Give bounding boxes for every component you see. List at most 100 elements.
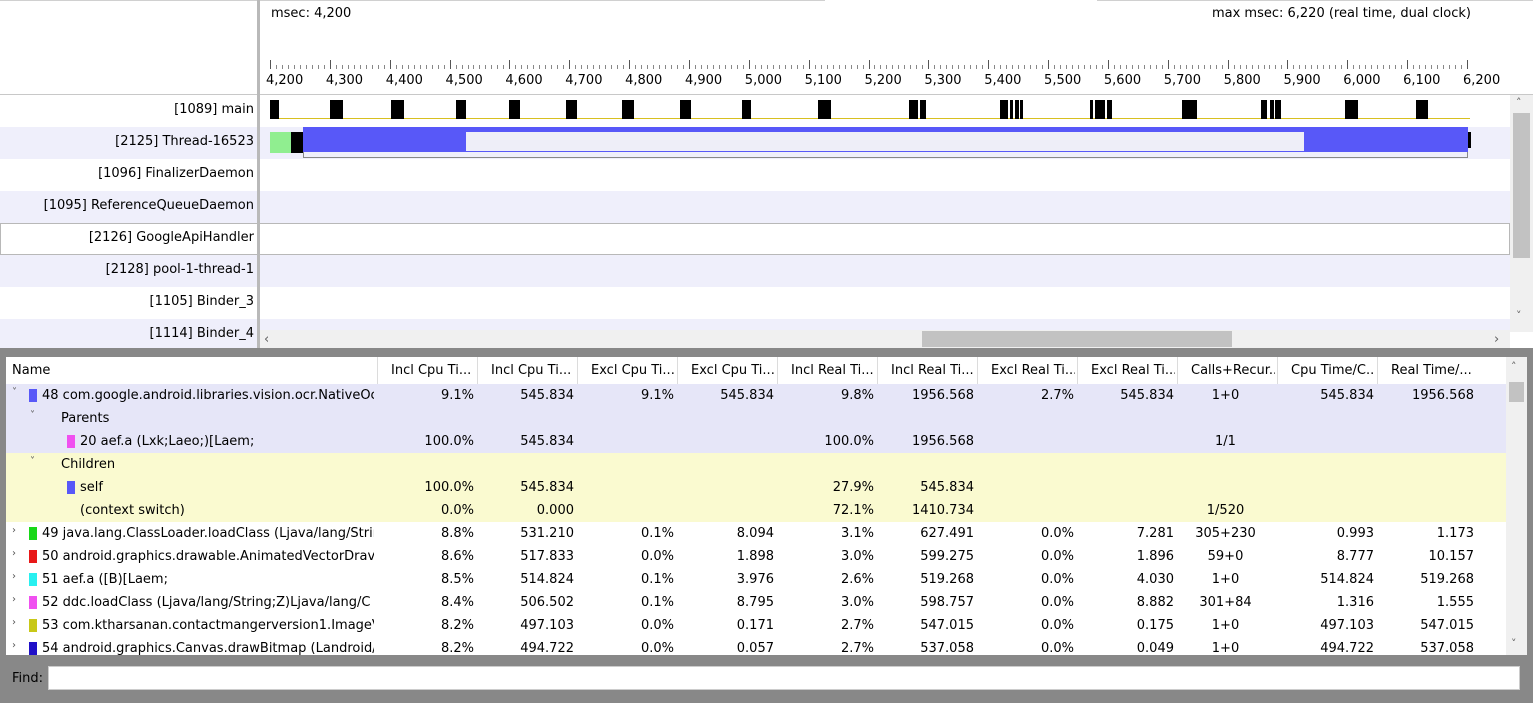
method-call-block[interactable] [909,100,918,119]
column-divider[interactable] [1377,357,1378,384]
method-call-block[interactable] [509,100,520,119]
table-row[interactable]: › 53 com.ktharsanan.contactmangerversion1… [6,614,1506,637]
column-header[interactable]: Real Time/... [1391,363,1475,378]
axis-minor-tick [275,65,277,69]
scroll-left-icon[interactable]: ‹ [264,332,269,347]
method-call-block[interactable] [1107,100,1112,119]
table-row[interactable]: ˅ Parents [6,407,1506,430]
column-header[interactable]: Excl Cpu Ti... [691,363,775,378]
method-call-block[interactable] [1345,100,1358,119]
method-call-block[interactable] [742,100,751,119]
column-header[interactable]: Excl Real Ti... [991,363,1075,378]
method-call-block[interactable] [1010,100,1013,119]
column-divider[interactable] [977,357,978,384]
expand-chevron-icon[interactable]: ˅ [30,456,35,467]
table-scroll-up-icon[interactable]: ˄ [1511,360,1517,373]
axis-minor-tick [1149,65,1151,69]
table-row[interactable]: › 54 android.graphics.Canvas.drawBitmap (… [6,637,1506,655]
table-row[interactable]: (context switch) 0.0% 0.000 72.1% 1410.734 1/… [6,499,1506,522]
table-row[interactable]: self 100.0% 545.834 27.9% 545.834 [6,476,1506,499]
column-header[interactable]: Excl Cpu Ti... [591,363,675,378]
column-header[interactable]: Incl Real Ti... [891,363,975,378]
collapse-chevron-icon[interactable]: › [12,617,16,628]
method-call-block[interactable] [829,100,831,119]
method-call-block[interactable] [456,100,466,119]
column-divider[interactable] [477,357,478,384]
column-header[interactable]: Incl Real Ti... [791,363,875,378]
method-call-block[interactable] [1015,100,1019,119]
main-thread-activity[interactable] [270,95,1470,127]
column-header[interactable]: Cpu Time/C... [1291,363,1375,378]
axis-tick-label: 4,900 [684,73,723,88]
axis-minor-tick [407,65,409,69]
thread-row[interactable]: [2128] pool-1-thread-1 [0,255,1510,287]
table-cell: 1/520 [1206,503,1245,518]
method-call-block[interactable] [622,100,634,119]
table-scroll-down-icon[interactable]: ˅ [1511,637,1517,650]
method-call-block[interactable] [566,100,577,119]
method-call-block[interactable] [1090,100,1093,119]
method-call-block[interactable] [1000,100,1008,119]
column-divider[interactable] [1177,357,1178,384]
thread-name-divider[interactable] [257,0,260,348]
method-call-block[interactable] [330,100,343,119]
table-row[interactable]: › 49 java.lang.ClassLoader.loadClass (Lja… [6,522,1506,545]
timeline-vertical-scroll-thumb[interactable] [1513,113,1530,258]
method-call-block[interactable] [920,100,926,119]
method-call-block[interactable] [818,100,829,119]
thread-row[interactable]: [2126] GoogleApiHandler [0,223,1510,255]
table-row[interactable]: › 51 aef.a ([B)[Laem; 8.5% 514.824 0.1% 3.976… [6,568,1506,591]
column-divider[interactable] [677,357,678,384]
axis-tick [1048,60,1050,69]
column-header[interactable]: Excl Real Ti... [1091,363,1175,378]
method-call-block[interactable] [270,100,279,119]
table-row[interactable]: › 50 android.graphics.drawable.AnimatedVe… [6,545,1506,568]
table-row[interactable]: › 52 ddc.loadClass (Ljava/lang/String;Z)L… [6,591,1506,614]
table-row[interactable]: 20 aef.a (Lxk;Laeo;)[Laem; 100.0% 545.834 1… [6,430,1506,453]
column-header[interactable]: Calls+Recur... [1191,363,1275,378]
expand-chevron-icon[interactable]: ˅ [30,410,35,421]
thread-16523-activity[interactable] [270,127,1471,159]
column-divider[interactable] [1077,357,1078,384]
collapse-chevron-icon[interactable]: › [12,640,16,651]
method-call-block[interactable] [1261,100,1267,119]
collapse-chevron-icon[interactable]: › [12,571,16,582]
thread-row[interactable]: [1105] Binder_3 [0,287,1510,319]
column-divider[interactable] [577,357,578,384]
method-call-block[interactable] [1020,100,1023,119]
timeline-horizontal-scrollbar[interactable] [260,330,1510,348]
table-cell: 8.795 [736,595,774,610]
method-bar-end[interactable] [1468,132,1471,148]
column-header[interactable]: Incl Cpu Ti... [391,363,475,378]
collapse-chevron-icon[interactable]: › [12,594,16,605]
column-header[interactable]: Name [12,363,367,378]
timeline-horizontal-scroll-thumb[interactable] [922,331,1232,347]
method-call-block[interactable] [680,100,691,119]
column-divider[interactable] [1277,357,1278,384]
method-call-block[interactable] [1270,100,1274,119]
column-divider[interactable] [777,357,778,384]
axis-minor-tick [1215,65,1217,69]
thread-row[interactable]: [1096] FinalizerDaemon [0,159,1510,191]
method-call-block[interactable] [1182,100,1197,119]
collapse-chevron-icon[interactable]: › [12,525,16,536]
column-divider[interactable] [877,357,878,384]
find-input[interactable] [48,666,1520,690]
scroll-right-icon[interactable]: › [1494,332,1499,347]
axis-minor-tick [670,65,672,69]
scroll-up-icon[interactable]: ˄ [1516,96,1522,109]
column-header[interactable]: Incl Cpu Ti... [491,363,575,378]
collapse-chevron-icon[interactable]: › [12,548,16,559]
table-row[interactable]: ˅ Children [6,453,1506,476]
method-call-block[interactable] [1416,100,1428,119]
table-vertical-scroll-thumb[interactable] [1509,382,1524,402]
method-call-block[interactable] [1095,100,1105,119]
method-bar-green[interactable] [270,132,291,153]
thread-row[interactable]: [1095] ReferenceQueueDaemon [0,191,1510,223]
scroll-down-icon[interactable]: ˅ [1516,309,1522,322]
column-divider[interactable] [377,357,378,384]
expand-chevron-icon[interactable]: ˅ [12,387,17,398]
method-call-block[interactable] [391,100,404,119]
method-call-block[interactable] [1275,100,1281,119]
table-row[interactable]: ˅ 48 com.google.android.libraries.vision.… [6,384,1506,407]
